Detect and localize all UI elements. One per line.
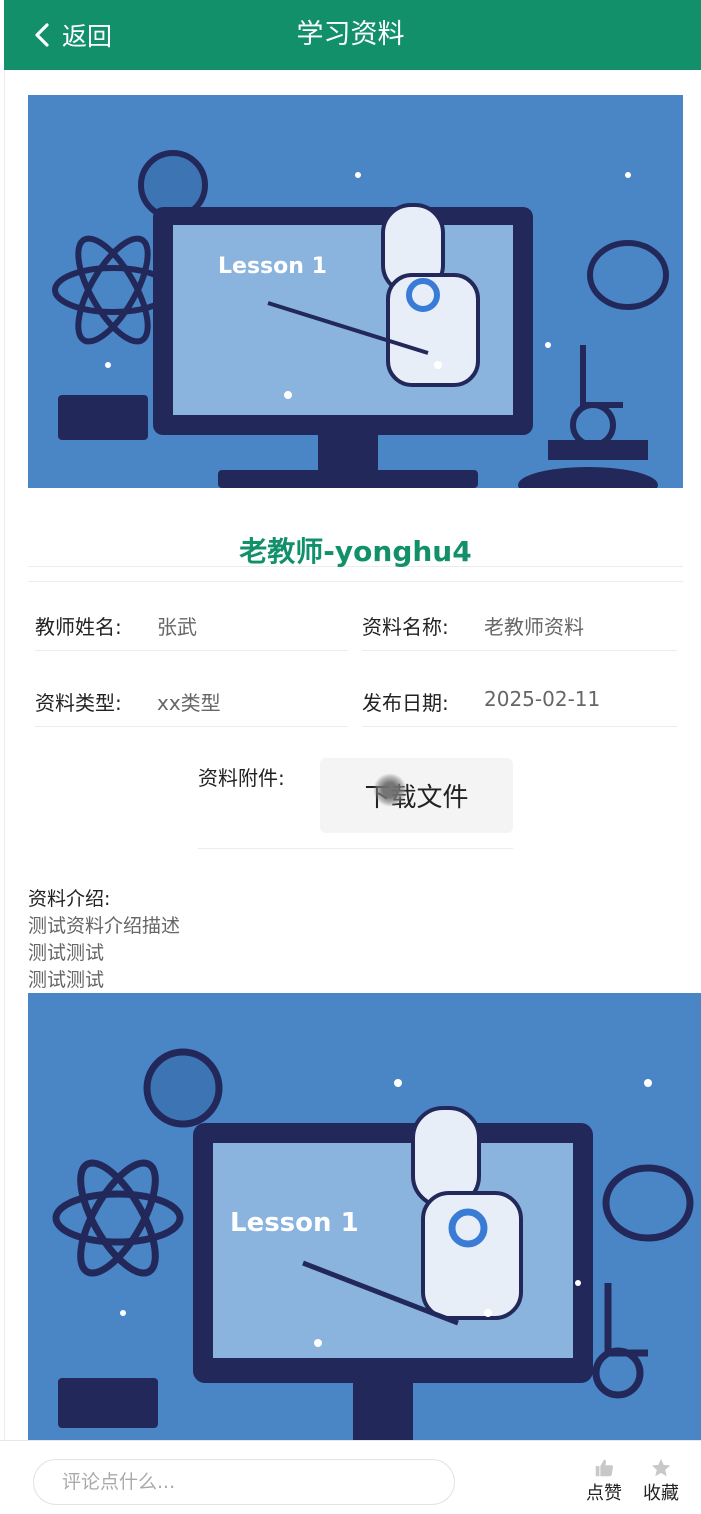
resource-type-label: 资料类型: [35, 691, 122, 715]
star-icon [651, 1458, 671, 1477]
top-nav-bar: 返回 学习资料 [4, 0, 701, 70]
like-button[interactable]: 点赞 [580, 1457, 628, 1505]
lesson-text: Lesson 1 [230, 1208, 359, 1238]
intro-label: 资料介绍: [28, 888, 111, 910]
field-divider [35, 726, 348, 727]
publish-date-label: 发布日期: [362, 691, 449, 715]
cover-image: Lesson 1 [28, 95, 683, 488]
pointer-cursor [373, 773, 407, 807]
thumbs-up-icon [595, 1459, 614, 1477]
comment-input[interactable] [33, 1459, 455, 1505]
bottom-comment-bar: 点赞 收藏 [0, 1440, 701, 1514]
resource-name-value: 老教师资料 [484, 615, 584, 639]
publish-date-value: 2025-02-11 [484, 687, 601, 711]
field-divider [35, 650, 348, 651]
favorite-label: 收藏 [643, 1483, 679, 1504]
lesson-text: Lesson 1 [218, 254, 327, 279]
favorite-button[interactable]: 收藏 [637, 1457, 685, 1505]
resource-name-label: 资料名称: [362, 615, 449, 639]
field-divider [362, 726, 677, 727]
teacher-name-label: 教师姓名: [35, 615, 122, 639]
like-label: 点赞 [586, 1483, 622, 1504]
attachment-label: 资料附件: [198, 766, 285, 790]
field-divider [362, 650, 677, 651]
intro-text-line: 测试测试 [28, 969, 105, 991]
title-divider-bottom [28, 581, 683, 582]
intro-text-line: 测试资料介绍描述 [28, 915, 181, 937]
download-file-button[interactable]: 下载文件 [320, 758, 513, 833]
page-title: 学习资料 [296, 19, 405, 50]
teacher-name-value: 张武 [157, 615, 197, 639]
page: 返回 学习资料 Lesson 1 老教师-yonghu4 教师姓名: 张武 资料… [0, 0, 701, 1514]
resource-type-value: xx类型 [157, 691, 221, 715]
intro-text-line: 测试测试 [28, 942, 105, 964]
attachment-divider [198, 848, 513, 849]
page-edge [4, 70, 5, 1440]
resource-title: 老教师-yonghu4 [239, 535, 472, 568]
intro-image: Lesson 1 [28, 993, 701, 1440]
